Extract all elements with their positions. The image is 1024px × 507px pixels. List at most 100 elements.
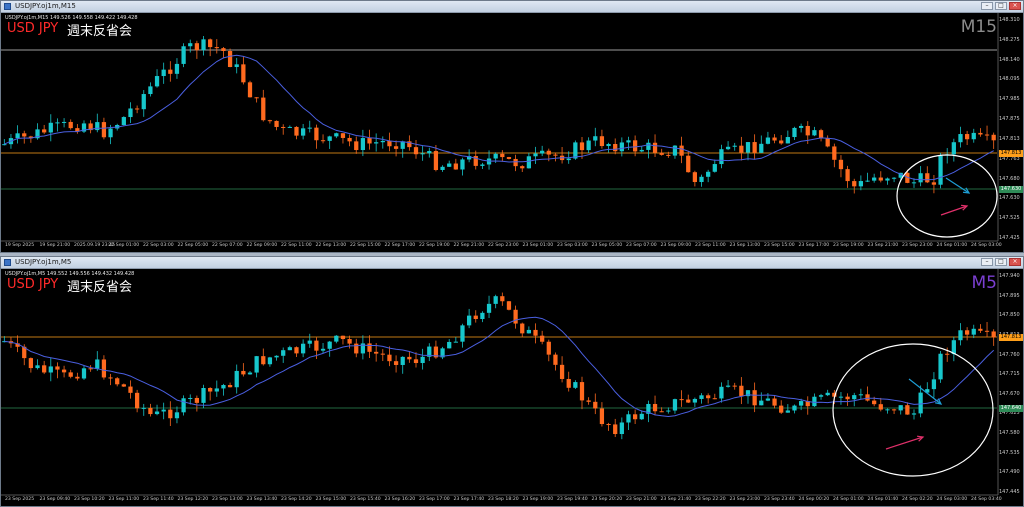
m5-candles[interactable]	[1, 269, 1023, 507]
candle-body	[214, 47, 219, 49]
candle-body	[586, 140, 591, 151]
candle-body	[951, 142, 956, 155]
candle-body	[520, 323, 525, 334]
candle-body	[586, 400, 591, 402]
candle-body	[712, 164, 717, 172]
candle-body	[626, 414, 631, 423]
time-axis-label: 23 Sep 10:20	[74, 497, 105, 502]
price-tag-orange: 147.813	[999, 150, 1023, 157]
candle-body	[706, 395, 711, 399]
minimize-button[interactable]: –	[981, 2, 993, 10]
candle-body	[513, 158, 518, 167]
candle-body	[367, 138, 372, 144]
price-axis-label: 147.850	[999, 312, 1020, 319]
time-axis-label: 24 Sep 03:00	[936, 497, 968, 502]
candle-body	[566, 378, 571, 388]
time-axis-label: 23 Sep 07:00	[626, 243, 657, 248]
candle-body	[101, 122, 107, 138]
candle-body	[128, 108, 133, 118]
candle-body	[42, 129, 47, 133]
candle-body	[148, 86, 153, 95]
candle-body	[300, 128, 306, 136]
price-axis-label: 147.445	[999, 489, 1020, 495]
time-axis-label: 19 Sep 21:00	[39, 243, 71, 248]
candle-body	[400, 356, 405, 365]
candle-body	[666, 154, 671, 156]
candle-body	[393, 361, 399, 365]
candle-body	[692, 172, 698, 183]
m15-window-title: USDJPY.oj1m,M15	[15, 2, 76, 10]
time-axis-label: 23 Sep 19:00	[833, 243, 864, 248]
m5-titlebar[interactable]: USDJPY.oj1m,M5 – □ ×	[1, 257, 1023, 269]
candle-body	[865, 394, 870, 401]
m15-chart-window[interactable]: USDJPY.oj1m,M15 – □ × USDJPY.oj1m,M15 14…	[0, 0, 1024, 253]
candle-body	[911, 413, 917, 415]
candle-body	[891, 409, 897, 411]
close-button[interactable]: ×	[1009, 2, 1021, 10]
candle-body	[48, 122, 53, 133]
time-axis-label: 22 Sep 09:00	[246, 243, 278, 248]
m15-candles[interactable]	[1, 13, 1023, 253]
time-axis-label: 23 Sep 2025	[5, 497, 35, 502]
candle-body	[227, 51, 233, 68]
minimize-button[interactable]: –	[981, 258, 993, 266]
candle-body	[360, 138, 366, 151]
candle-body	[281, 350, 286, 356]
time-axis-label: 19 Sep 2025	[5, 243, 35, 248]
candle-body	[420, 153, 425, 155]
price-axis-label: 147.535	[999, 449, 1020, 456]
candle-body	[798, 401, 804, 406]
candle-body	[493, 296, 498, 304]
candle-body	[128, 386, 133, 393]
time-axis-label: 23 Sep 23:40	[764, 497, 795, 502]
blue-arrow	[908, 378, 942, 405]
price-axis-label: 147.680	[999, 175, 1020, 182]
candle-body	[500, 296, 505, 302]
m15-titlebar[interactable]: USDJPY.oj1m,M15 – □ ×	[1, 1, 1023, 13]
candle-body	[174, 412, 180, 419]
candle-body	[154, 76, 160, 87]
m5-plot-area[interactable]: USDJPY.oj1m,M5 149.552 149.556 149.432 1…	[1, 269, 1023, 506]
candle-body	[878, 404, 883, 410]
m5-chart-window[interactable]: USDJPY.oj1m,M5 – □ × USDJPY.oj1m,M5 149.…	[0, 256, 1024, 507]
candle-body	[739, 385, 744, 397]
candle-body	[526, 329, 532, 334]
candle-body	[779, 140, 784, 144]
price-axis-label: 147.425	[999, 235, 1020, 241]
time-axis-label: 24 Sep 01:00	[936, 243, 968, 248]
candle-body	[380, 353, 385, 355]
timeframe-label: M15	[960, 17, 997, 37]
time-axis-label: 23 Sep 21:00	[867, 243, 899, 248]
candle-body	[141, 94, 146, 110]
maximize-button[interactable]: □	[995, 2, 1007, 10]
candle-body	[108, 128, 113, 138]
candle-body	[666, 410, 671, 412]
candle-body	[745, 142, 751, 153]
candle-body	[652, 142, 658, 153]
price-axis-label: 147.580	[999, 430, 1020, 437]
candle-body	[387, 354, 392, 362]
m15-plot-area[interactable]: USDJPY.oj1m,M15 149.526 149.558 149.422 …	[1, 13, 1023, 252]
candle-body	[632, 140, 638, 152]
candle-body	[686, 155, 691, 173]
candle-body	[400, 141, 405, 149]
candle-body	[68, 372, 73, 377]
maximize-button[interactable]: □	[995, 258, 1007, 266]
candle-body	[221, 48, 226, 52]
time-axis-label: 24 Sep 03:40	[971, 497, 1002, 502]
candle-body	[440, 166, 445, 170]
candle-body	[347, 137, 352, 142]
candle-body	[672, 399, 678, 411]
candle-body	[672, 145, 678, 156]
time-axis-label: 23 Sep 23:00	[902, 243, 933, 248]
candle-body	[327, 136, 332, 141]
time-axis-label: 23 Sep 17:00	[798, 243, 830, 248]
close-button[interactable]: ×	[1009, 258, 1021, 266]
candle-body	[812, 396, 817, 407]
candle-body	[387, 140, 392, 147]
candle-body	[978, 132, 983, 135]
candle-body	[307, 340, 312, 344]
candle-body	[493, 153, 498, 159]
candle-body	[466, 315, 472, 326]
time-axis-label: 23 Sep 22:20	[695, 497, 726, 502]
